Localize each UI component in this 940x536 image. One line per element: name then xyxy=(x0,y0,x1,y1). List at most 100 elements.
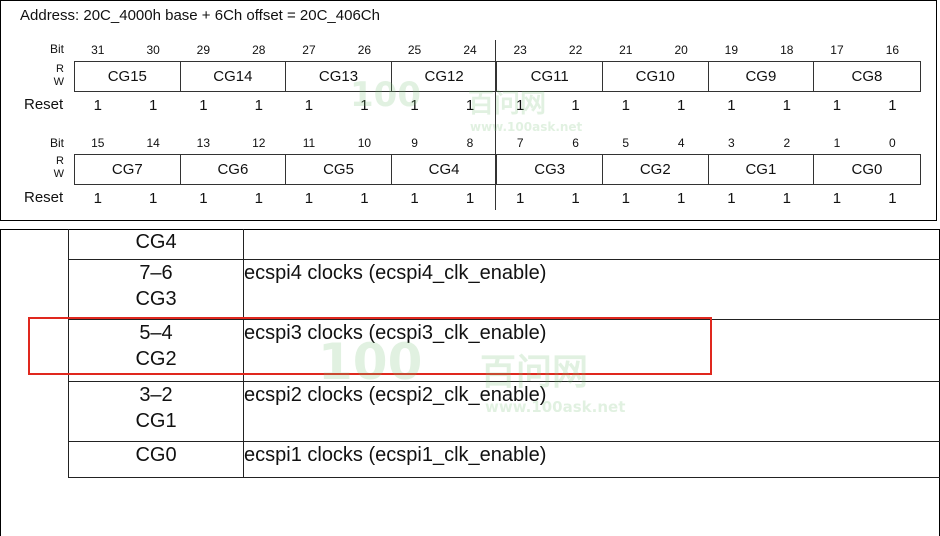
bit-number: 9 xyxy=(411,136,418,150)
bit-number: 12 xyxy=(252,136,266,150)
watermark-logo: 100 xyxy=(350,75,421,115)
bit-number: 3 xyxy=(728,136,735,150)
reset-value: 1 xyxy=(677,190,686,207)
rw-label: RW xyxy=(53,63,64,88)
bit-number: 0 xyxy=(889,136,896,150)
reset-value: 1 xyxy=(149,97,158,114)
register-field: CG14 xyxy=(181,62,287,91)
reset-value: 1 xyxy=(832,190,842,207)
bit-number: 14 xyxy=(146,136,160,150)
bit-number: 29 xyxy=(196,43,211,57)
reset-value: 1 xyxy=(782,97,791,114)
register-field: CG15 xyxy=(75,62,181,91)
reset-value: 1 xyxy=(465,190,475,207)
field-name-line: CG4 xyxy=(135,231,177,253)
bit-number: 5 xyxy=(622,136,630,150)
reset-value: 1 xyxy=(621,97,630,114)
bit-number: 26 xyxy=(357,43,372,57)
reset-value: 1 xyxy=(571,190,580,207)
register-field: CG8 xyxy=(851,68,883,85)
bit-number: 8 xyxy=(466,136,474,150)
bit-number: 18 xyxy=(780,43,794,57)
register-field: CG0 xyxy=(851,161,883,178)
bit-number: 13 xyxy=(196,136,211,150)
reset-value: 1 xyxy=(199,97,208,114)
reset-value: 1 xyxy=(304,97,314,114)
register-field: CG5 xyxy=(286,155,392,184)
bit-number: 17 xyxy=(830,43,844,57)
bit-number: 23 xyxy=(513,43,527,57)
field-description-cell: ecspi4 clocks (ecspi4_clk_enable) xyxy=(243,258,940,320)
bit-number: 24 xyxy=(463,43,477,57)
bit-number: 25 xyxy=(407,43,422,57)
lower-field-row: CG7 CG6 CG5 CG4 CG3 CG2 CG1 CG0 xyxy=(74,154,921,185)
bit-label: Bit xyxy=(50,42,65,56)
register-field: CG4 xyxy=(392,155,498,184)
field-name-line: CG1 xyxy=(135,409,177,432)
register-field: CG1 xyxy=(709,155,815,184)
bit-number: 28 xyxy=(252,43,266,57)
register-field: CG3 xyxy=(497,155,603,184)
reset-value: 1 xyxy=(410,190,419,207)
reset-value: 1 xyxy=(360,190,369,207)
bit-number: 19 xyxy=(724,43,739,57)
reset-value: 1 xyxy=(304,190,314,207)
bit-number: 2 xyxy=(783,136,791,150)
reset-label-lower: Reset xyxy=(24,189,64,206)
reset-value: 1 xyxy=(571,97,580,114)
reset-value: 1 xyxy=(677,97,686,114)
register-field: CG9 xyxy=(709,62,815,91)
watermark-cn-2: 百问网 xyxy=(480,352,589,393)
reset-value: 1 xyxy=(621,190,630,207)
reset-value: 1 xyxy=(888,190,897,207)
bit-number: 16 xyxy=(885,43,900,57)
bit-number: 31 xyxy=(91,43,105,57)
watermark-url: www.100ask.net xyxy=(470,120,583,134)
bit-number: 20 xyxy=(674,43,688,57)
field-name-line: 7–6 xyxy=(139,261,173,284)
bit-label-lower: Bit xyxy=(50,136,65,150)
field-name-cell: 3–2 CG1 xyxy=(68,380,244,442)
reset-value: 1 xyxy=(782,190,791,207)
watermark-logo-2: 100 xyxy=(318,333,423,391)
bit-number: 15 xyxy=(91,136,105,150)
reset-value: 1 xyxy=(93,190,102,207)
bit-number: 6 xyxy=(572,136,579,150)
field-name-cell: CG0 xyxy=(68,440,244,478)
watermark-url-2: www.100ask.net xyxy=(485,398,626,416)
bit-number: 11 xyxy=(302,136,316,150)
table-row: CG4 xyxy=(68,229,940,260)
reset-value: 1 xyxy=(199,190,208,207)
field-name-line: 3–2 xyxy=(139,383,173,406)
bit-number: 4 xyxy=(677,136,685,150)
table-row: CG0 ecspi1 clocks (ecspi1_clk_enable) xyxy=(68,440,940,478)
field-name-line: CG0 xyxy=(135,443,177,466)
field-description-cell: ecspi1 clocks (ecspi1_clk_enable) xyxy=(243,440,940,478)
field-description-cell xyxy=(243,229,940,260)
reset-value: 1 xyxy=(832,97,842,114)
reset-value: 1 xyxy=(254,97,263,114)
reset-label: Reset xyxy=(24,96,64,113)
table-row: 7–6 CG3 ecspi4 clocks (ecspi4_clk_enable) xyxy=(68,258,940,320)
field-name-cell: 7–6 CG3 xyxy=(68,258,244,320)
reset-value: 1 xyxy=(93,97,102,114)
bit-number: 10 xyxy=(357,136,372,150)
bit-number: 27 xyxy=(302,43,316,57)
bit-number: 30 xyxy=(146,43,160,57)
reset-value: 1 xyxy=(888,97,897,114)
field-name-cell: CG4 xyxy=(68,229,244,260)
bit-number: 7 xyxy=(516,136,524,150)
reset-value: 1 xyxy=(727,190,736,207)
bit-number: 1 xyxy=(833,136,841,150)
bit-number: 21 xyxy=(619,43,633,57)
field-name-line: CG3 xyxy=(135,287,177,310)
register-address: Address: 20C_4000h base + 6Ch offset = 2… xyxy=(20,7,380,24)
watermark-cn: 百问网 xyxy=(468,89,547,119)
register-field: CG10 xyxy=(603,62,709,91)
register-field: CG7 xyxy=(75,155,181,184)
reset-value: 1 xyxy=(149,190,158,207)
reset-value: 1 xyxy=(254,190,263,207)
reset-value: 1 xyxy=(727,97,736,114)
reset-value: 1 xyxy=(515,190,525,207)
rw-label-lower: RW xyxy=(53,155,64,180)
